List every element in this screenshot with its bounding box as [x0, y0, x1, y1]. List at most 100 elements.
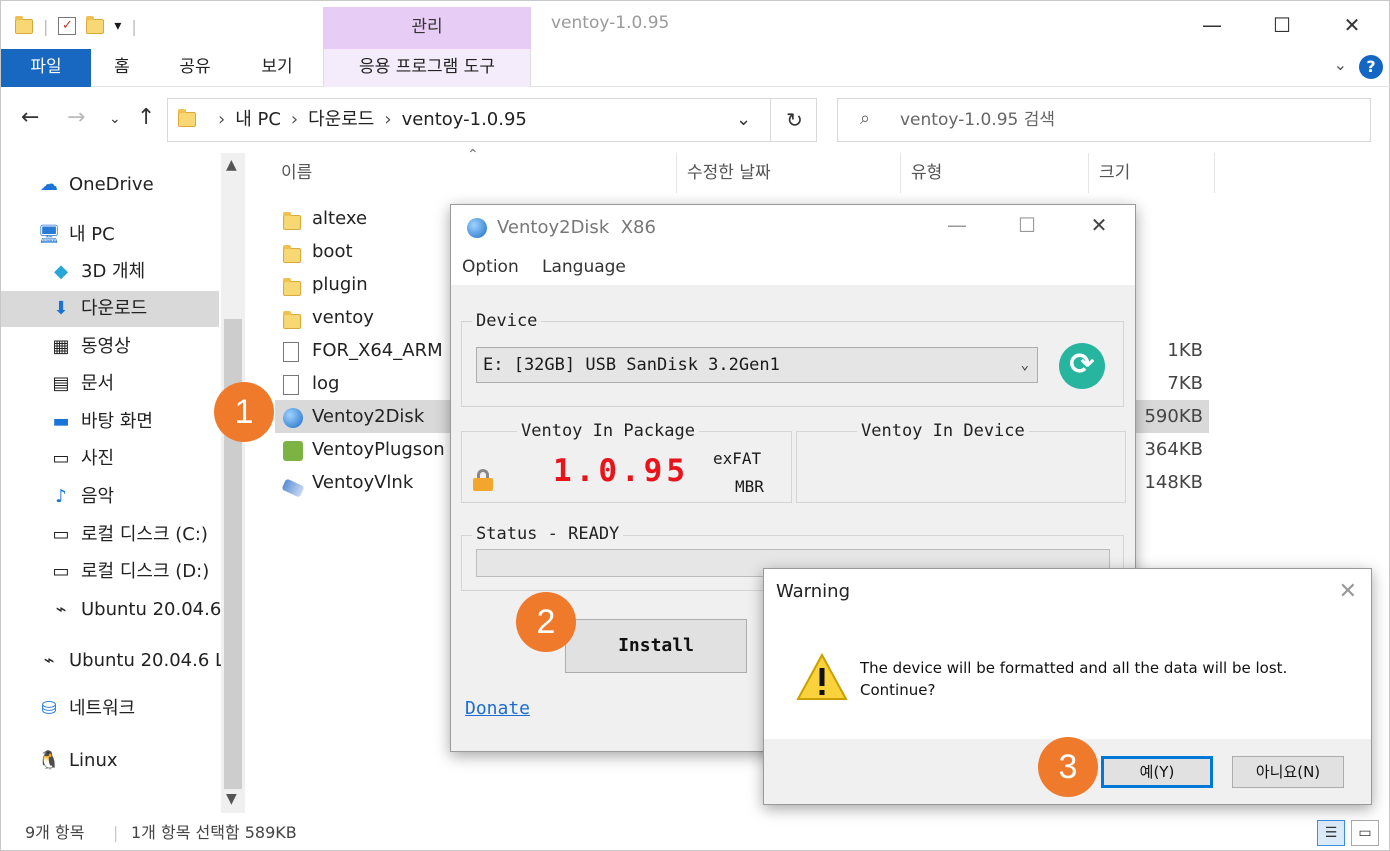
in-package-label: Ventoy In Package	[517, 421, 699, 441]
ventoy-title: Ventoy2Disk X86	[497, 217, 656, 238]
column-name[interactable]: 이름	[273, 153, 677, 193]
folder-icon	[283, 241, 305, 263]
tab-file[interactable]: 파일	[1, 49, 91, 87]
usb-icon: ⌁	[43, 650, 55, 671]
column-date[interactable]: 수정한 날짜	[679, 153, 901, 193]
ventoy-maximize-button[interactable]: ☐	[1007, 213, 1047, 237]
ventoy-app-icon	[467, 218, 487, 238]
puzzle-icon	[283, 439, 305, 461]
crumb-pc[interactable]: 내 PC	[235, 109, 281, 130]
nav-local-disk-d[interactable]: ▭ 로컬 디스크 (D:)	[49, 554, 221, 590]
nav-scrollbar[interactable]: ▲ ▼	[221, 153, 245, 813]
chevron-down-icon: ⌄	[1020, 357, 1029, 373]
folder-icon[interactable]	[15, 15, 33, 34]
warning-message: The device will be formatted and all the…	[860, 659, 1288, 699]
status-bar: 9개 항목 | 1개 항목 선택함 589KB ☰ ▭	[1, 815, 1389, 851]
refresh-device-icon[interactable]: ⟳	[1059, 343, 1105, 389]
help-icon[interactable]: ?	[1359, 55, 1383, 79]
filesystem-type: exFAT	[713, 449, 762, 468]
column-type[interactable]: 유형	[903, 153, 1089, 193]
tab-share[interactable]: 공유	[167, 49, 223, 87]
quick-access-toolbar: | ✓ ▾ |	[15, 11, 137, 41]
music-icon: ♪	[55, 486, 67, 507]
donate-link[interactable]: Donate	[465, 698, 530, 719]
selection-info: 1개 항목 선택함 589KB	[131, 823, 297, 842]
customize-qat-icon[interactable]: ▾	[114, 18, 121, 34]
ventoy-close-button[interactable]: ✕	[1079, 213, 1119, 237]
nav-ubuntu-usb-2[interactable]: ⌁ Ubuntu 20.04.6 L	[37, 643, 221, 679]
navigation-bar: ← → ⌄ ↑ › 내 PC › 다운로드 › ventoy-1.0.95 ⌄ ↻ ⌕ v…	[1, 93, 1390, 147]
scroll-up-icon[interactable]: ▲	[226, 157, 237, 173]
close-button[interactable]: ✕	[1329, 7, 1375, 43]
warning-title: Warning	[776, 581, 851, 602]
navigation-pane: ☁ OneDrive 🖥 내 PC ◆ 3D 개체 ⬇ 다운로드 ▦ 동영상 ▤ 문서 ▬ 바…	[1, 153, 246, 813]
nav-ubuntu-usb[interactable]: ⌁ Ubuntu 20.04.6	[49, 592, 221, 628]
breadcrumb: › 내 PC › 다운로드 › ventoy-1.0.95	[218, 109, 527, 130]
nav-local-disk-c[interactable]: ▭ 로컬 디스크 (C:)	[49, 517, 221, 553]
address-bar[interactable]: › 내 PC › 다운로드 › ventoy-1.0.95 ⌄ ↻	[167, 98, 817, 142]
device-select[interactable]: E: [32GB] USB SanDisk 3.2Gen1 ⌄	[476, 347, 1038, 383]
folder-icon	[283, 274, 305, 296]
network-icon: ⛁	[41, 698, 57, 719]
film-icon: ▦	[52, 336, 70, 357]
cube-icon: ◆	[54, 261, 68, 282]
chevron-down-icon[interactable]: ⌄	[1334, 55, 1347, 74]
package-version: 1.0.95	[553, 453, 689, 489]
recent-chevron-icon[interactable]: ⌄	[109, 111, 121, 127]
folder-icon	[283, 208, 305, 230]
linux-icon: 🐧	[37, 750, 61, 771]
tab-app-tools[interactable]: 응용 프로그램 도구	[323, 49, 531, 87]
step-badge-3: 3	[1038, 737, 1098, 797]
refresh-icon[interactable]: ↻	[770, 99, 818, 141]
no-button[interactable]: 아니요(N)	[1232, 756, 1344, 788]
close-icon[interactable]: ✕	[1339, 579, 1357, 604]
ventoy-minimize-button[interactable]: —	[937, 213, 977, 237]
window-title: ventoy-1.0.95	[551, 13, 670, 33]
crumb-ventoy[interactable]: ventoy-1.0.95	[402, 109, 527, 130]
new-folder-icon[interactable]	[86, 15, 105, 34]
pc-icon: 🖥	[37, 224, 61, 245]
details-view-icon[interactable]: ☰	[1317, 820, 1345, 846]
properties-icon[interactable]: ✓	[58, 17, 77, 35]
menu-language[interactable]: Language	[542, 257, 626, 277]
search-box[interactable]: ⌕ ventoy-1.0.95 검색	[837, 98, 1371, 142]
crumb-downloads[interactable]: 다운로드	[308, 109, 374, 130]
back-arrow-icon[interactable]: ←	[21, 105, 39, 130]
lock-icon	[473, 469, 493, 491]
folder-icon	[178, 109, 196, 127]
disk-icon: ▭	[52, 524, 70, 545]
disk-icon: ▭	[52, 561, 70, 582]
scroll-down-icon[interactable]: ▼	[226, 791, 237, 807]
large-icons-view-icon[interactable]: ▭	[1351, 820, 1379, 846]
device-label: Device	[472, 311, 542, 331]
search-placeholder: ventoy-1.0.95 검색	[900, 110, 1056, 130]
context-tab-manage[interactable]: 관리	[323, 7, 531, 49]
status-label: Status - READY	[472, 524, 624, 544]
maximize-button[interactable]: ☐	[1259, 7, 1305, 43]
usb-icon: ⌁	[55, 599, 67, 620]
folder-icon	[283, 307, 305, 329]
step-badge-1: 1	[214, 382, 274, 442]
ventoy-titlebar: Ventoy2Disk X86 — ☐ ✕	[451, 205, 1135, 251]
menu-option[interactable]: Option	[462, 257, 519, 277]
minimize-button[interactable]: —	[1189, 7, 1235, 43]
picture-icon: ▭	[52, 448, 70, 469]
ventoy-menubar: Option Language	[451, 251, 1135, 285]
search-icon: ⌕	[860, 108, 871, 129]
address-dropdown-icon[interactable]: ⌄	[736, 109, 751, 130]
download-icon: ⬇	[53, 298, 69, 319]
nav-downloads[interactable]: ⬇ 다운로드	[1, 291, 219, 327]
tab-home[interactable]: 홈	[97, 49, 147, 87]
forward-arrow-icon[interactable]: →	[67, 105, 85, 130]
document-icon: ▤	[52, 373, 70, 394]
install-button[interactable]: Install	[565, 619, 747, 673]
up-arrow-icon[interactable]: ↑	[137, 105, 155, 130]
cloud-icon: ☁	[40, 174, 58, 195]
partition-style: MBR	[735, 477, 764, 496]
yes-button[interactable]: 예(Y)	[1101, 756, 1213, 788]
in-device-group	[796, 431, 1126, 503]
column-size[interactable]: 크기	[1091, 153, 1215, 193]
item-count: 9개 항목	[25, 823, 85, 842]
ventoy-app-icon	[283, 406, 305, 428]
tab-view[interactable]: 보기	[249, 49, 305, 87]
